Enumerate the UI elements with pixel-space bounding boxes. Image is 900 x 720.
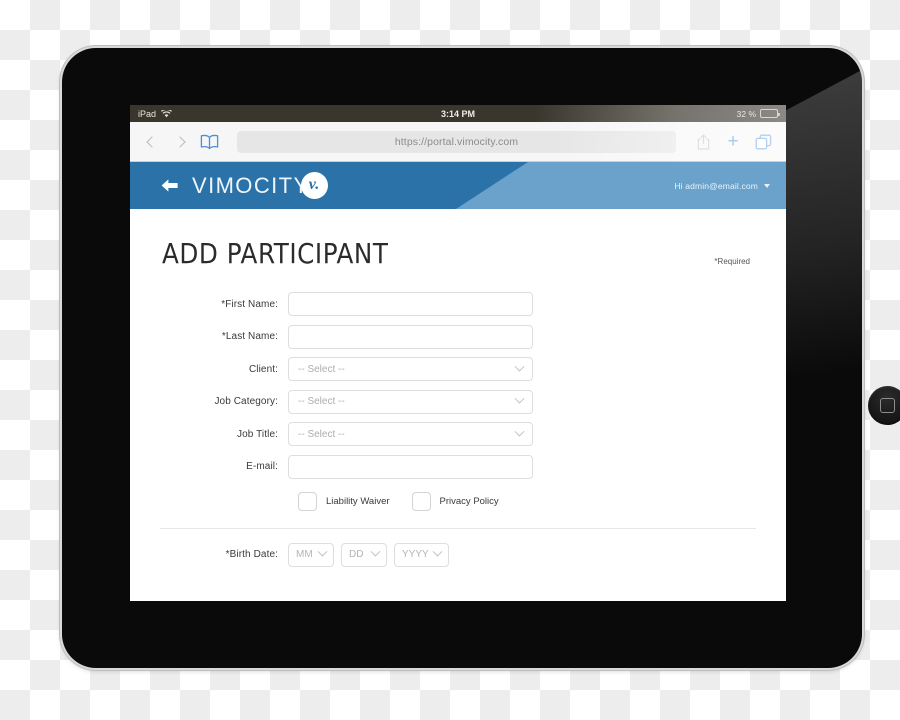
new-tab-button[interactable]: +: [724, 132, 742, 152]
privacy-policy-label: Privacy Policy: [439, 495, 499, 507]
chevron-down-icon: [514, 426, 525, 437]
chevron-down-icon: [317, 546, 328, 557]
brand-badge-icon: v.: [300, 172, 328, 199]
form-row-job-title: Job Title: -- Select --: [130, 422, 786, 446]
form-row-email: E-mail:: [130, 454, 786, 479]
privacy-policy-checkbox[interactable]: [411, 491, 431, 511]
app-header: VIMOCITY v. Hi admin@email.com: [130, 162, 786, 209]
birth-day-select[interactable]: DD: [341, 542, 387, 567]
birth-date-label: *Birth Date:: [225, 549, 278, 560]
job-title-value: -- Select --: [298, 428, 345, 440]
tabs-button[interactable]: [754, 132, 772, 152]
form-row-client: Client: -- Select --: [130, 357, 786, 381]
user-greeting-label: Hi admin@email.com: [674, 180, 758, 191]
status-bar-right: 32 %: [736, 108, 780, 119]
client-select[interactable]: -- Select --: [288, 357, 533, 381]
chevron-down-icon: [370, 546, 381, 557]
home-button[interactable]: [868, 386, 900, 425]
birth-month-select[interactable]: MM: [288, 542, 334, 567]
battery-icon: [760, 109, 780, 118]
wifi-icon: [161, 109, 172, 118]
brand-logo[interactable]: VIMOCITY v.: [192, 172, 328, 199]
url-text: https://portal.vimocity.com: [394, 135, 519, 148]
page-title: ADD PARTICIPANT: [162, 237, 389, 270]
first-name-label: *First Name:: [221, 298, 278, 310]
brand-badge-text: v.: [308, 175, 320, 193]
brand-name: VIMOCITY: [192, 172, 310, 198]
plus-icon: +: [727, 131, 739, 152]
liability-waiver-label: Liability Waiver: [326, 495, 390, 507]
bookmarks-button[interactable]: [200, 134, 219, 150]
job-category-label: Job Category:: [214, 396, 278, 407]
client-value: -- Select --: [298, 363, 345, 375]
back-button[interactable]: [144, 132, 160, 152]
birth-year-select[interactable]: YYYY: [394, 542, 449, 567]
job-category-select[interactable]: -- Select --: [288, 389, 533, 414]
forward-button[interactable]: [172, 132, 188, 152]
job-title-label: Job Title:: [236, 428, 278, 440]
user-menu[interactable]: Hi admin@email.com: [674, 181, 770, 191]
battery-percent-label: 32 %: [736, 108, 756, 119]
job-category-value: -- Select --: [298, 396, 345, 407]
liability-waiver-checkbox[interactable]: [298, 491, 317, 511]
form-row-birth-date: *Birth Date: MM DD YYYY: [130, 542, 786, 567]
caret-down-icon: [764, 183, 770, 188]
carrier-label: iPad: [138, 108, 157, 119]
consent-checkbox-row: Liability Waiver Privacy Policy: [298, 491, 786, 511]
status-bar-clock: 3:14 PM: [440, 108, 475, 119]
form-row-last-name: *Last Name:: [130, 324, 786, 349]
birth-month-value: MM: [296, 549, 313, 560]
ios-status-bar: iPad 3:14 PM 32 %: [130, 105, 786, 122]
add-participant-form: *First Name: *Last Name: Client: -- Sele…: [130, 270, 786, 567]
last-name-label: *Last Name:: [221, 331, 278, 342]
address-bar[interactable]: https://portal.vimocity.com: [237, 130, 676, 153]
first-name-input[interactable]: [288, 292, 533, 316]
chevron-down-icon: [514, 393, 525, 404]
status-bar-left: iPad: [138, 109, 172, 119]
browser-toolbar: https://portal.vimocity.com +: [130, 122, 786, 162]
job-title-select[interactable]: -- Select --: [288, 422, 533, 446]
section-divider: [160, 527, 756, 529]
chevron-left-icon: [146, 135, 158, 148]
tablet-screen: iPad 3:14 PM 32 % https://portal.vimocit…: [130, 105, 786, 601]
arrow-left-icon: [161, 179, 178, 192]
form-row-job-category: Job Category: -- Select --: [130, 389, 786, 414]
page-content: ADD PARTICIPANT *Required *First Name: *…: [130, 209, 786, 601]
email-label: E-mail:: [246, 461, 278, 472]
page-title-row: ADD PARTICIPANT *Required: [130, 209, 786, 270]
app-back-button[interactable]: [160, 176, 179, 195]
required-note: *Required: [714, 257, 750, 266]
form-row-first-name: *First Name:: [130, 292, 786, 316]
chevron-down-icon: [432, 546, 443, 557]
email-input[interactable]: [288, 454, 533, 479]
birth-year-value: YYYY: [402, 549, 429, 560]
home-button-glyph: [880, 398, 895, 413]
chevron-right-icon: [174, 135, 186, 148]
chevron-down-icon: [514, 361, 525, 372]
share-button[interactable]: [694, 132, 712, 152]
last-name-input[interactable]: [288, 324, 533, 349]
birth-day-value: DD: [349, 549, 364, 560]
client-label: Client:: [248, 363, 278, 375]
